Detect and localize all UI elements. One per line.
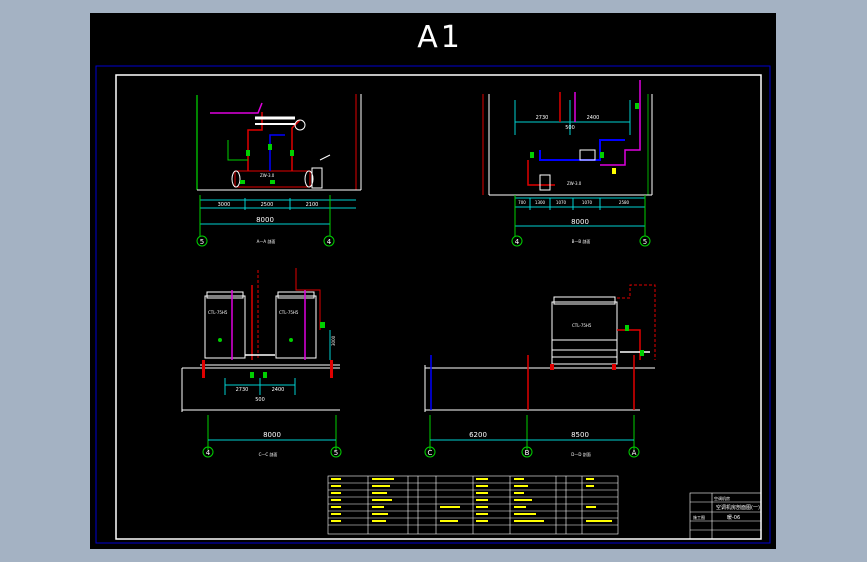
- tr-dim-upper-1: 2730: [536, 115, 549, 121]
- br-axis-right: A: [632, 449, 637, 457]
- tr-dim-2: 1300: [535, 200, 546, 205]
- tr-dim-1: 700: [518, 200, 526, 205]
- bl-unit-label-2: CTL-75H5: [279, 310, 299, 315]
- tb-stage: 施工图: [693, 514, 705, 520]
- br-caption: D—D 剖面: [571, 451, 590, 457]
- tr-axis-left: 4: [515, 238, 520, 246]
- tl-dim-total: 8000: [256, 216, 274, 224]
- tr-dim-5: 2580: [619, 200, 630, 205]
- tl-equipment-label: ZW-3.0: [260, 173, 275, 178]
- bl-dim-1: 2730: [236, 387, 249, 393]
- br-axis-mid: B: [525, 449, 530, 457]
- br-axis-left: C: [428, 449, 433, 457]
- tr-dim-4: 1070: [582, 200, 593, 205]
- br-dim-1: 6200: [469, 431, 487, 439]
- tl-dim-2: 2500: [261, 202, 274, 208]
- tl-dim-3: 2100: [306, 202, 319, 208]
- tr-caption: B—B 剖面: [572, 238, 591, 244]
- bl-caption: C—C 剖面: [259, 451, 278, 457]
- bl-dim-center: 500: [255, 397, 265, 403]
- tl-caption: A—A 剖面: [257, 238, 276, 244]
- tr-dim-3: 1070: [556, 200, 567, 205]
- tl-axis-right: 4: [327, 238, 332, 246]
- tl-axis-left: 5: [200, 238, 204, 246]
- br-unit-label: CTL-75H5: [572, 323, 592, 328]
- tr-dim-total: 8000: [571, 218, 589, 226]
- bl-axis-left: 4: [206, 449, 211, 457]
- bl-height: 3000: [331, 335, 336, 346]
- bl-unit-label-1: CTL-75H5: [208, 310, 228, 315]
- tr-equipment-label: ZW-3.0: [567, 181, 582, 186]
- bl-dim-2: 2400: [272, 387, 285, 393]
- tb-drawing-name: 空调机房剖面图(一): [716, 504, 760, 511]
- tr-dim-upper-2: 2400: [587, 115, 600, 121]
- bl-axis-right: 5: [334, 449, 338, 457]
- tb-project: 空调机房: [714, 495, 730, 501]
- br-dim-2: 8500: [571, 431, 589, 439]
- tr-axis-right: 5: [643, 238, 647, 246]
- tl-dim-1: 3000: [218, 202, 231, 208]
- bl-dim-total: 8000: [263, 431, 281, 439]
- tb-drawing-no: 暖-06: [727, 514, 740, 521]
- sheet-size-label: A1: [417, 20, 463, 55]
- cad-drawing-canvas: A1 ZW-3.0 3000 2500 2100 8000 5 4 A—A 剖面…: [90, 13, 776, 549]
- drawing-paper: [90, 13, 776, 549]
- tr-dim-center: 500: [565, 125, 575, 131]
